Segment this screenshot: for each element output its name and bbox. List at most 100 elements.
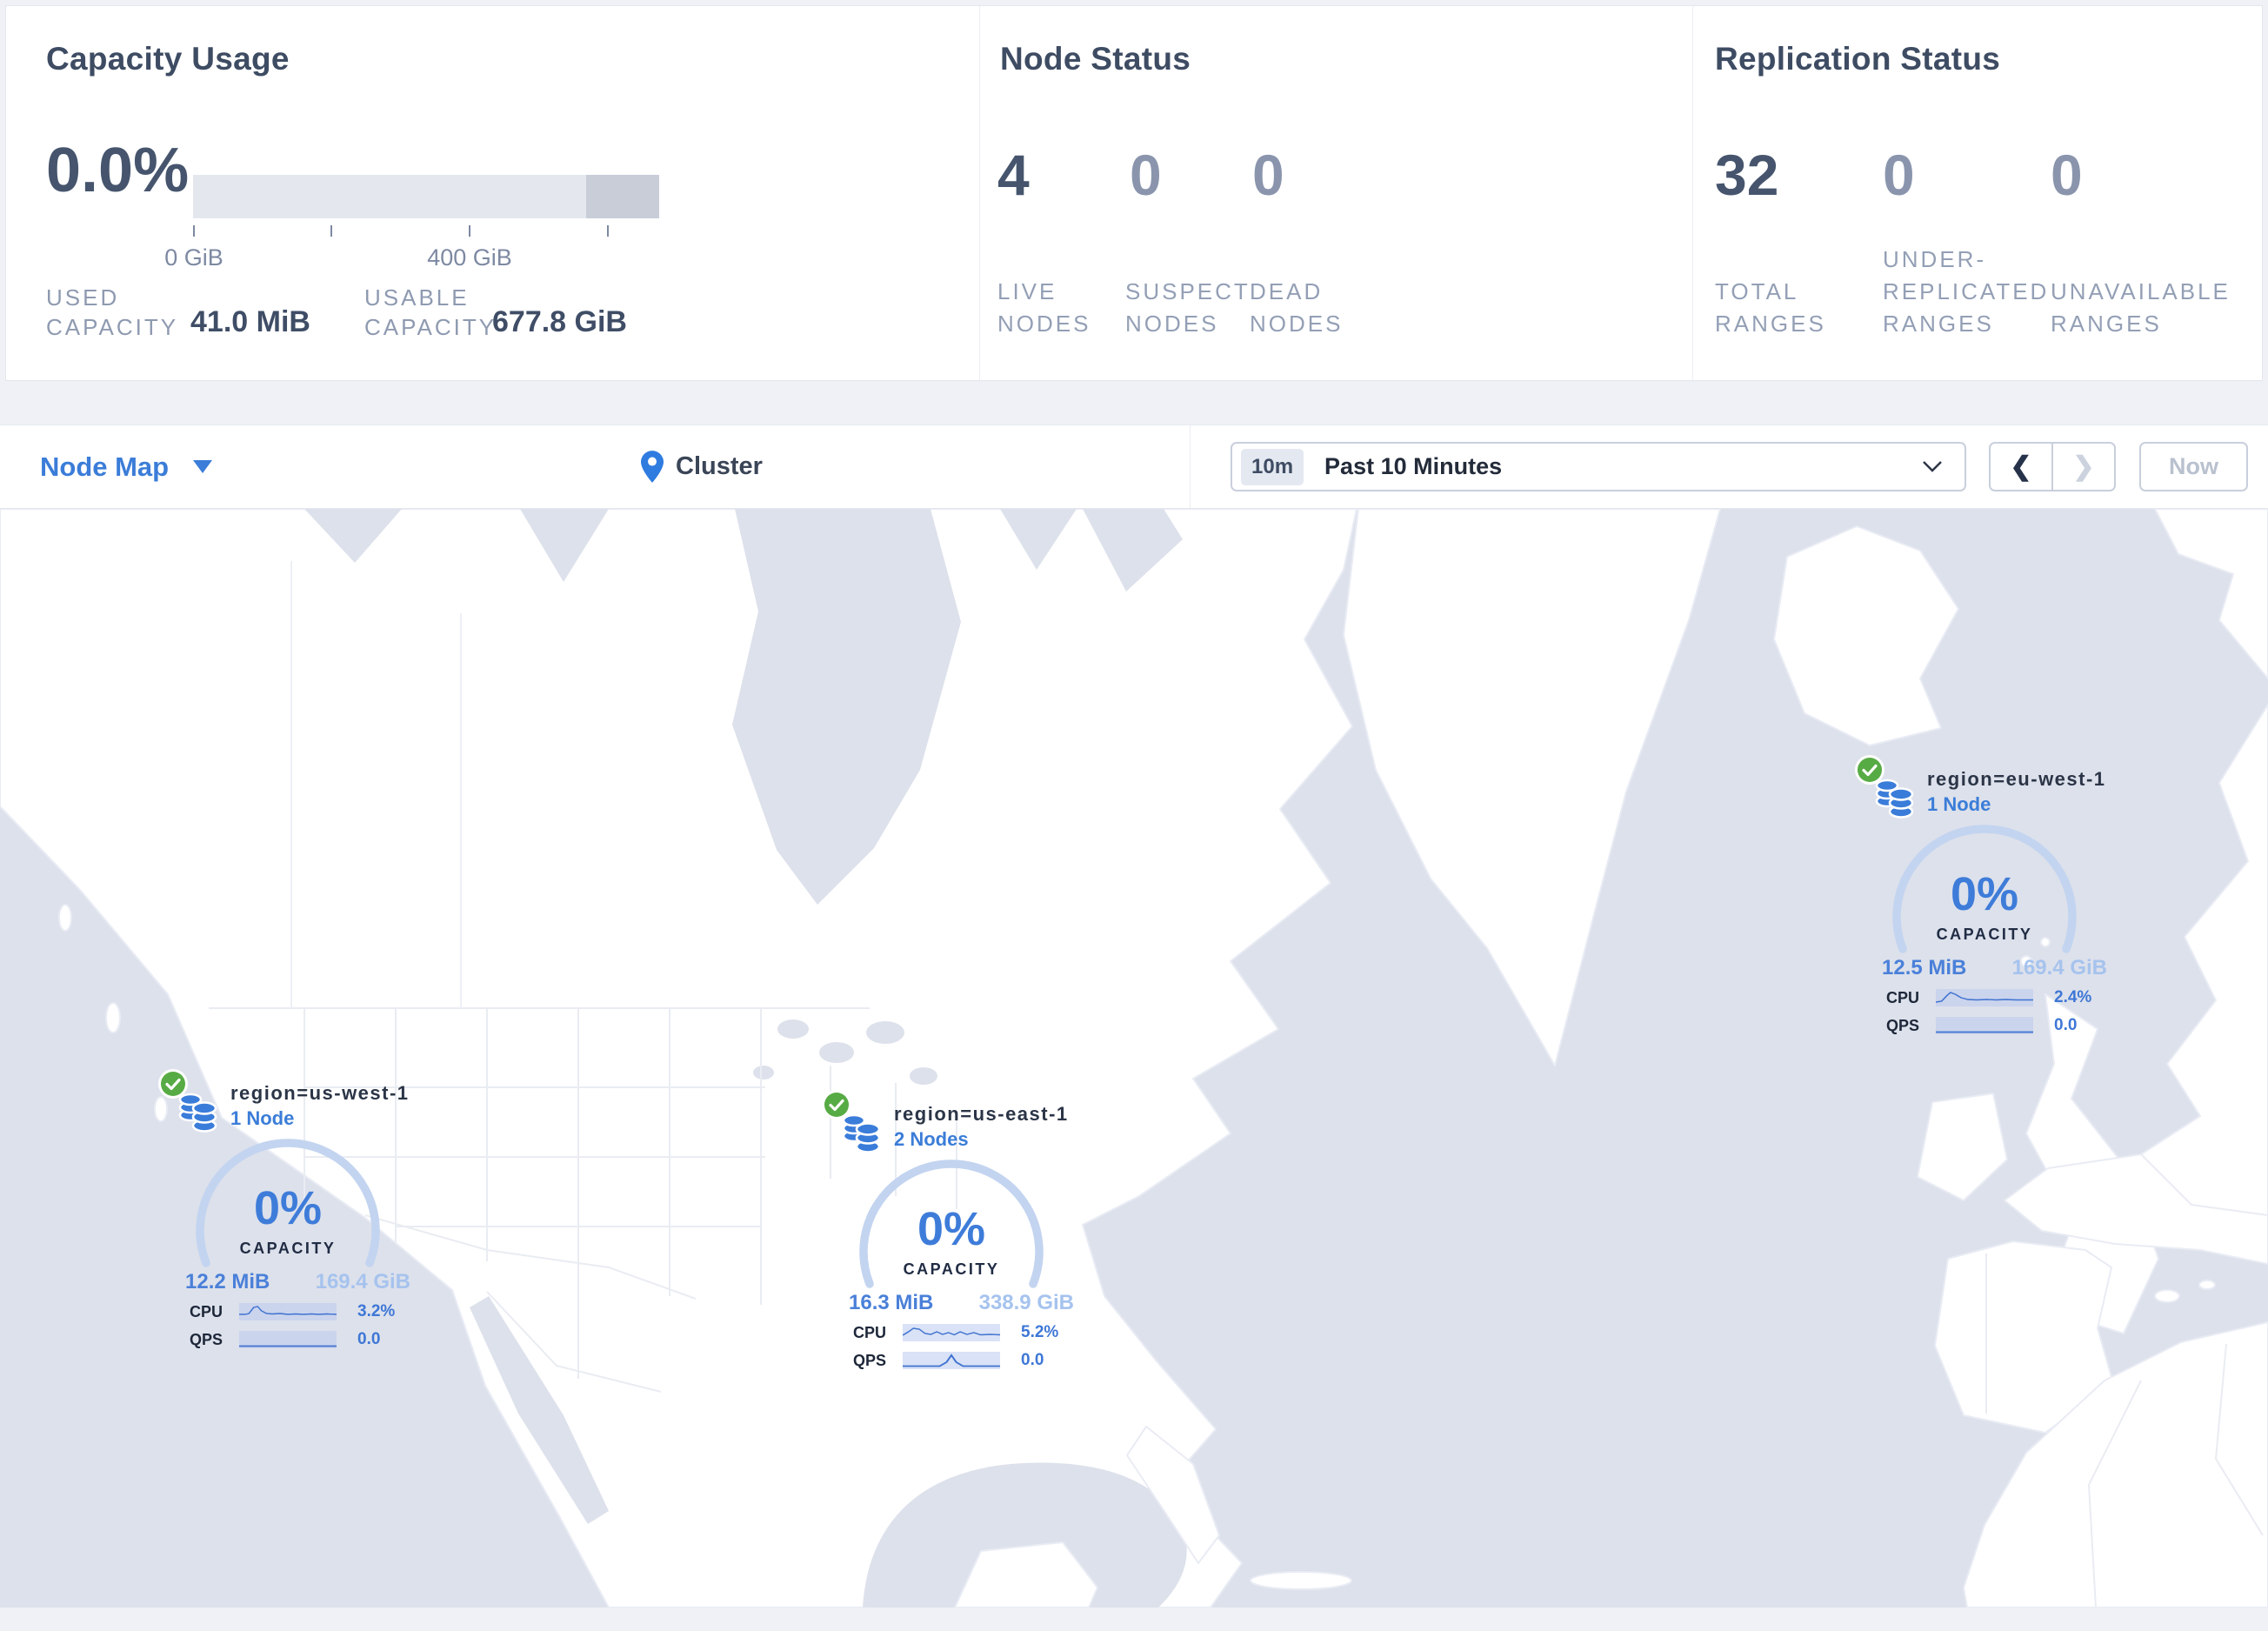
capacity-caption: CAPACITY: [903, 1260, 1000, 1278]
node-status-title: Node Status: [1000, 41, 1191, 77]
cpu-value: 3.2%: [357, 1302, 396, 1320]
qps-label: QPS: [853, 1351, 887, 1369]
cpu-row: CPU 5.2%: [853, 1323, 1079, 1342]
qps-row: QPS 0.0: [853, 1351, 1079, 1370]
region-label: region=us-west-1: [230, 1082, 410, 1104]
node-status-panel: Node Status 4 0 0 LIVE NODES SUSPECT NOD…: [980, 6, 1693, 380]
capacity-bar: 0 GiB 400 GiB: [164, 175, 659, 271]
replication-status-title: Replication Status: [1715, 41, 2001, 77]
capacity-bar-tick: [330, 225, 332, 237]
balearic-island: [2154, 1289, 2180, 1303]
capacity-bar-tick: [607, 225, 609, 237]
replication-status-panel: Replication Status 32 0 0 TOTAL RANGES U…: [1693, 6, 2262, 380]
node-count-link[interactable]: 1 Node: [230, 1107, 294, 1130]
cpu-value: 2.4%: [2054, 988, 2092, 1006]
breadcrumb-label: Cluster: [676, 452, 763, 480]
cpu-value: 5.2%: [1021, 1323, 1059, 1341]
great-lake: [819, 1042, 854, 1063]
used-capacity: 12.2 MiB: [185, 1270, 270, 1293]
capacity-bar-tick-label: 400 GiB: [427, 244, 512, 271]
node-map[interactable]: region=us-west-1 1 Node 0% CAPACITY 12.2…: [0, 509, 2268, 1608]
capacity-caption: CAPACITY: [239, 1240, 337, 1257]
chevron-down-icon: [1923, 461, 1942, 472]
capacity-bar-reserved-segment: [586, 175, 659, 218]
now-button[interactable]: Now: [2139, 442, 2248, 491]
qps-label: QPS: [190, 1330, 223, 1348]
node-count-link[interactable]: 1 Node: [1927, 793, 1991, 816]
usable-capacity-label: USABLE CAPACITY: [364, 284, 497, 340]
region-label: region=us-east-1: [894, 1103, 1069, 1125]
dead-nodes-count: 0: [1252, 143, 1284, 207]
database-icon: [842, 1113, 881, 1153]
capacity-percent: 0.0%: [46, 136, 190, 205]
total-ranges-label: TOTAL RANGES: [1715, 278, 1826, 337]
great-lake: [777, 1019, 809, 1039]
pacific-island: [58, 904, 72, 932]
region-marker-eu-west-1[interactable]: region=eu-west-1 1 Node 0% CAPACITY 12.5…: [1858, 752, 2118, 1043]
qps-value: 0.0: [1021, 1351, 1044, 1369]
great-lake: [753, 1066, 774, 1080]
region-marker-us-west-1[interactable]: region=us-west-1 1 Node 0% CAPACITY 12.2…: [161, 1066, 422, 1357]
caret-down-icon: [193, 460, 213, 473]
capacity-caption: CAPACITY: [1936, 926, 2033, 943]
capacity-bar-tick: [193, 225, 195, 237]
dead-nodes-label: DEAD NODES: [1250, 278, 1344, 337]
cuba: [1250, 1571, 1352, 1590]
qps-label: QPS: [1886, 1016, 1920, 1034]
qps-row: QPS 0.0: [190, 1330, 416, 1349]
pacific-island: [105, 1002, 121, 1033]
cpu-label: CPU: [853, 1323, 887, 1341]
cpu-row: CPU 2.4%: [1886, 988, 2112, 1007]
live-nodes-label: LIVE NODES: [997, 278, 1091, 337]
time-prev-button[interactable]: ❮: [1991, 444, 2053, 490]
location-pin-icon: [641, 451, 664, 483]
suspect-nodes-label: SUSPECT NODES: [1125, 278, 1251, 337]
capacity-bar-tick: [469, 225, 470, 237]
unavailable-ranges-count: 0: [2051, 143, 2083, 207]
capacity-bar-tick-label: 0 GiB: [164, 244, 223, 271]
under-replicated-ranges-label: UNDER- REPLICATED RANGES: [1883, 246, 2050, 337]
time-nav-button-group: ❮ ❯: [1989, 442, 2116, 491]
qps-sparkline: [903, 1352, 1000, 1369]
qps-row: QPS 0.0: [1886, 1016, 2112, 1035]
breadcrumb[interactable]: Cluster: [641, 425, 763, 508]
unavailable-ranges-label: UNAVAILABLE RANGES: [2051, 278, 2231, 337]
node-count-link[interactable]: 2 Nodes: [894, 1128, 969, 1151]
cpu-sparkline: [239, 1303, 337, 1320]
cpu-label: CPU: [1886, 988, 1920, 1006]
qps-sparkline: [1936, 1017, 2033, 1034]
capacity-percent: 0%: [917, 1203, 986, 1255]
view-selector-dropdown[interactable]: Node Map: [40, 425, 213, 508]
great-lake: [866, 1021, 904, 1044]
cpu-sparkline: [1936, 989, 2033, 1006]
capacity-usage-panel: Capacity Usage 0.0% 0 GiB 400 GiB USED C…: [6, 6, 980, 380]
usable-capacity: 338.9 GiB: [978, 1291, 1074, 1314]
time-range-dropdown[interactable]: 10m Past 10 Minutes: [1231, 442, 1966, 491]
usable-capacity-value: 677.8 GiB: [492, 305, 627, 338]
suspect-nodes-count: 0: [1130, 143, 1162, 207]
qps-value: 0.0: [2054, 1016, 2078, 1034]
live-nodes-count: 4: [997, 143, 1030, 207]
qps-sparkline: [239, 1331, 337, 1348]
view-selector-label: Node Map: [40, 451, 170, 482]
qps-value: 0.0: [357, 1330, 381, 1348]
map-toolbar: Node Map Cluster 10m Past 10 Minutes ❮ ❯…: [0, 424, 2268, 509]
total-ranges-count: 32: [1715, 143, 1779, 207]
cpu-sparkline: [903, 1324, 1000, 1341]
region-marker-us-east-1[interactable]: region=us-east-1 2 Nodes 0% CAPACITY 16.…: [824, 1087, 1085, 1378]
balearic-island: [2198, 1280, 2216, 1290]
time-next-button[interactable]: ❯: [2053, 444, 2114, 490]
great-lake: [910, 1067, 937, 1085]
under-replicated-ranges-count: 0: [1883, 143, 1915, 207]
used-capacity-value: 41.0 MiB: [190, 305, 310, 338]
world-map: [0, 509, 2268, 1608]
used-capacity-label: USED CAPACITY: [46, 284, 179, 340]
used-capacity: 16.3 MiB: [849, 1291, 934, 1314]
database-icon: [1875, 779, 1914, 819]
time-range-label: Past 10 Minutes: [1324, 453, 1503, 479]
cpu-label: CPU: [190, 1302, 223, 1320]
used-capacity: 12.5 MiB: [1882, 956, 1967, 979]
capacity-percent: 0%: [253, 1182, 323, 1234]
time-controls-section: 10m Past 10 Minutes ❮ ❯ Now: [1190, 425, 2268, 508]
summary-stats-band: Capacity Usage 0.0% 0 GiB 400 GiB USED C…: [5, 5, 2263, 381]
